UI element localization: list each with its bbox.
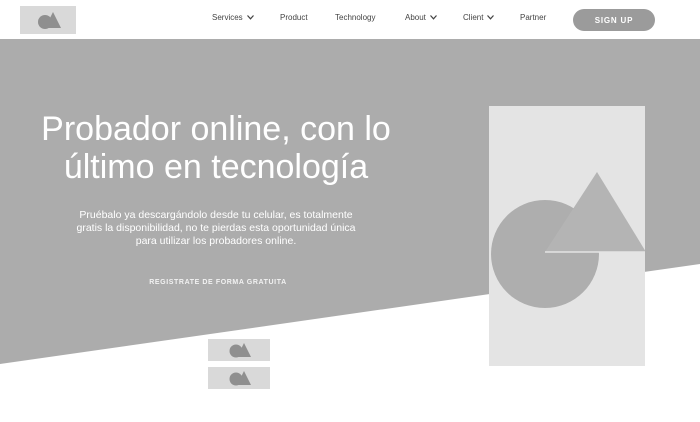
chevron-down-icon [429,13,437,22]
hero-description-line-2: gratis la disponibilidad, no te pierdas … [76,222,356,234]
nav-services-label: Services [212,13,243,22]
nav-technology-label: Technology [335,13,376,22]
nav-client[interactable]: Client [463,13,495,22]
hero-description-line-3: para utilizar los probadores online. [135,235,297,247]
nav-technology[interactable]: Technology [335,13,375,22]
nav-services[interactable]: Services [212,13,254,22]
chevron-down-icon [487,13,495,22]
nav-product-label: Product [280,13,308,22]
chevron-down-icon [246,13,254,22]
signup-button[interactable]: SIGN UP [573,9,655,31]
logo-shapes-icon [38,12,61,29]
logo-shapes-icon [229,371,251,386]
nav-client-label: Client [463,13,484,22]
hero-title-line-2: último en tecnología [63,148,369,186]
header: Services Product Technology About Client… [0,0,700,39]
hero-title-line-1: Probador online, con lo [41,110,391,148]
nav-product[interactable]: Product [280,13,308,22]
circle-triangle-illustration [491,172,646,308]
register-free-link[interactable]: REGISTRATE DE FORMA GRATUITA [118,279,318,286]
app-store-badge[interactable] [208,339,270,361]
nav-about-label: About [405,13,426,22]
nav-about[interactable]: About [405,13,437,22]
hero-title: Probador online, con lo último en tecnol… [0,110,432,186]
hero-description-line-1: Pruébalo ya descargándolo desde tu celul… [79,209,353,221]
play-store-badge[interactable] [208,367,270,389]
logo[interactable] [20,6,76,34]
hero-image-placeholder [489,106,646,366]
nav-partner[interactable]: Partner [520,13,546,22]
hero-description: Pruébalo ya descargándolo desde tu celul… [40,209,392,248]
nav-partner-label: Partner [520,13,547,22]
logo-shapes-icon [229,343,251,358]
